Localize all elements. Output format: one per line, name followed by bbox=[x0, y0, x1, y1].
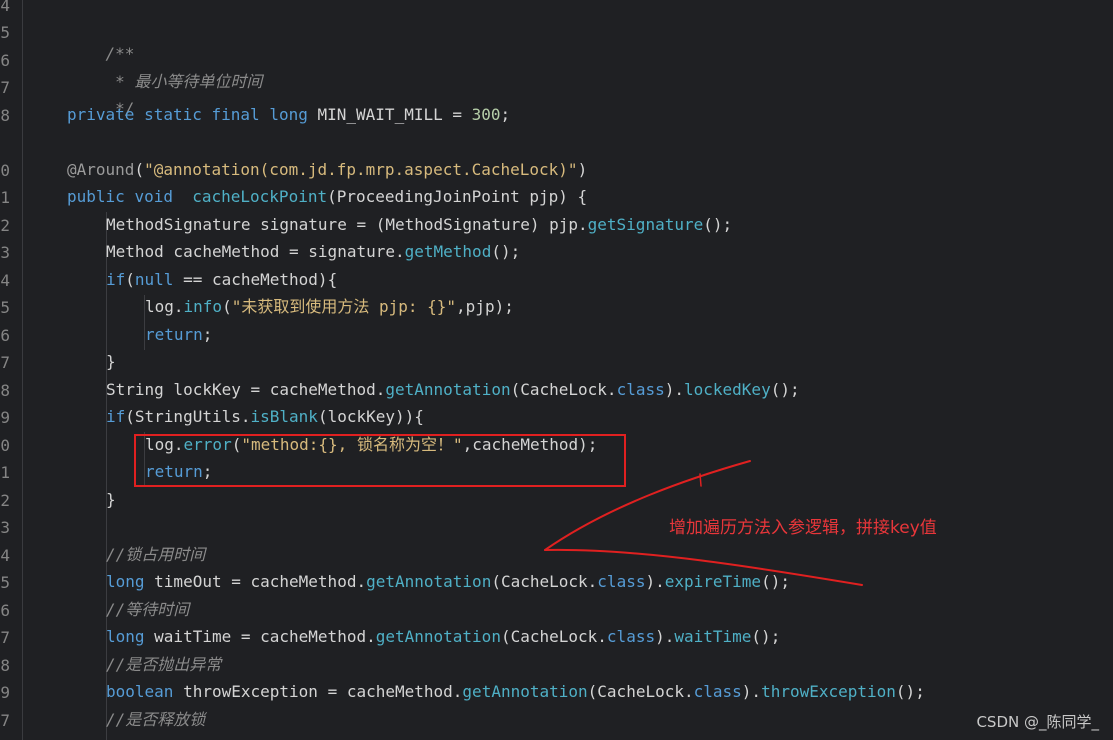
watermark: CSDN @_陈同学_ bbox=[976, 713, 1099, 731]
code-editor[interactable]: 4 5 6 7 8 0 1 2 3 4 5 6 7 8 9 0 1 2 3 4 … bbox=[0, 0, 1113, 740]
annotation-note: 增加遍历方法入参逻辑，拼接key值 bbox=[669, 518, 937, 538]
annotation-arrow bbox=[544, 460, 863, 586]
